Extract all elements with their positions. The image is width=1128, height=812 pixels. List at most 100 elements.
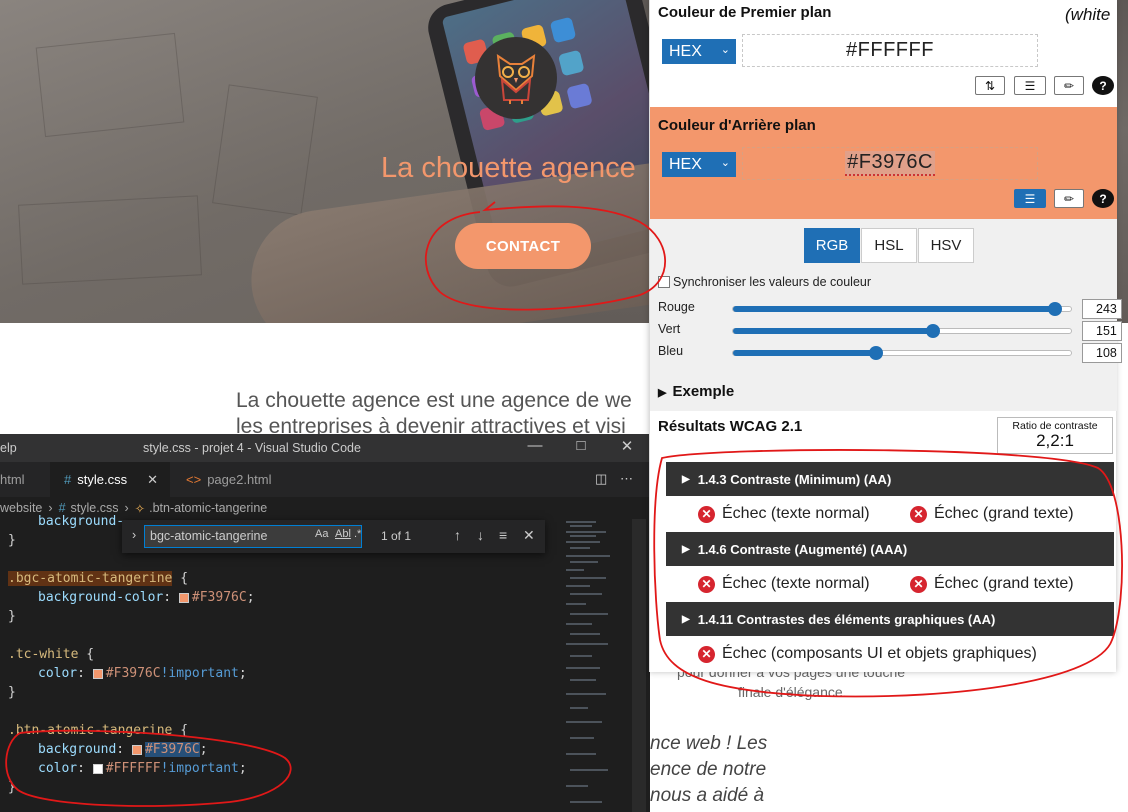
adjust-sliders-icon[interactable]: ☰ (1014, 76, 1046, 95)
code-line: background-color: #F3976C; (38, 588, 255, 607)
vertical-scrollbar[interactable] (632, 519, 646, 812)
code-line: .bgc-atomic-tangerine { (8, 569, 188, 588)
hero-title: La chouette agence (381, 152, 636, 184)
criterion-1-4-11[interactable]: ▶ 1.4.11 Contrastes des éléments graphiqu… (666, 602, 1114, 636)
tab-html[interactable]: html (0, 462, 50, 497)
minimap-line (566, 569, 584, 571)
result-text: Échec (grand texte) (934, 505, 1074, 522)
adjust-sliders-icon[interactable]: ☰ (1014, 189, 1046, 208)
color-swatch[interactable] (92, 668, 103, 679)
sync-checkbox[interactable] (658, 276, 670, 288)
background-color-section: Couleur d'Arrière plan HEX ⌄ #F3976C ☰ ✏ … (650, 107, 1117, 219)
foreground-color-name: (white (1065, 5, 1111, 24)
css-brace: } (8, 685, 16, 700)
tab-hsl[interactable]: HSL (861, 228, 917, 263)
minimap-line (566, 585, 590, 587)
sketch-lines (18, 195, 202, 285)
more-actions-icon[interactable]: ⋯ (620, 471, 633, 487)
contact-button[interactable]: CONTACT (455, 223, 591, 269)
arrow-up-icon[interactable]: ↑ (454, 527, 461, 543)
triangle-right-icon: ▶ (682, 543, 690, 555)
help-icon[interactable]: ? (1092, 189, 1114, 208)
slider-label-red: Rouge (658, 300, 695, 314)
css-brace: { (172, 723, 189, 738)
minimize-icon[interactable]: — (520, 437, 550, 454)
maximize-icon[interactable]: □ (566, 437, 596, 454)
tab-rgb[interactable]: RGB (804, 228, 860, 263)
minimap-line (570, 613, 608, 615)
code-line: background- (38, 512, 124, 531)
minimap-line (570, 633, 600, 635)
match-case-toggle[interactable]: Aa (315, 528, 328, 540)
find-in-selection-icon[interactable]: ≡ (499, 527, 507, 543)
find-input[interactable]: bgc-atomic-tangerine (144, 525, 362, 548)
background-format-select[interactable]: HEX ⌄ (662, 152, 736, 177)
help-icon[interactable]: ? (1092, 76, 1114, 95)
slider-red[interactable] (732, 302, 1072, 316)
criterion-title: 1.4.3 Contraste (Minimum) (AA) (697, 471, 892, 487)
slider-thumb[interactable] (926, 324, 941, 338)
color-mode-tabs: RGB HSL HSV (804, 228, 975, 263)
css-selector: .bgc-atomic-tangerine (8, 571, 173, 586)
selector-symbol-icon: ✧ (134, 501, 146, 516)
eyedropper-icon[interactable]: ✏ (1054, 189, 1084, 208)
color-swatch[interactable] (92, 763, 103, 774)
code-line: .btn-atomic-tangerine { (8, 721, 188, 740)
match-word-toggle[interactable]: Abl (335, 528, 351, 540)
css-value: #F3976C (144, 742, 200, 757)
background-hex-input[interactable]: #F3976C (742, 147, 1038, 180)
close-icon[interactable]: ✕ (523, 527, 535, 544)
example-label: Exemple (672, 383, 735, 400)
menu-help[interactable]: elp (0, 441, 17, 455)
tab-close-icon[interactable]: ✕ (147, 472, 158, 488)
arrow-down-icon[interactable]: ↓ (477, 527, 484, 543)
slider-blue[interactable] (732, 346, 1072, 360)
slider-thumb[interactable] (1048, 302, 1063, 316)
contrast-ratio-value: 2,2:1 (1036, 431, 1074, 450)
fail-icon: ✕ (910, 575, 927, 593)
fail-icon: ✕ (698, 645, 715, 663)
sync-colors-option[interactable]: Synchroniser les valeurs de couleur (658, 275, 871, 289)
find-widget: › bgc-atomic-tangerine Aa Abl .* 1 of 1 … (122, 520, 545, 553)
tab-style-css[interactable]: # style.css ✕ (50, 462, 170, 497)
regex-toggle[interactable]: .* (354, 528, 361, 540)
blue-value-input[interactable]: 108 (1082, 343, 1122, 363)
triangle-right-icon: ▶ (658, 387, 667, 399)
color-swatch[interactable] (178, 592, 189, 603)
intro-text-line1: La chouette agence est une agence de we (236, 389, 632, 412)
color-swatch[interactable] (131, 744, 142, 755)
criterion-1-4-3[interactable]: ▶ 1.4.3 Contraste (Minimum) (AA) (666, 462, 1114, 496)
css-property: background-color (38, 590, 164, 605)
slider-green[interactable] (732, 324, 1072, 338)
slider-fill (733, 328, 934, 334)
css-value: #F3976C (105, 666, 161, 681)
css-value: #F3976C (191, 590, 247, 605)
css-important: !important (160, 761, 239, 776)
close-icon[interactable]: ✕ (612, 437, 642, 455)
tab-page2-html[interactable]: <> page2.html (172, 462, 292, 497)
css-selector: .tc-white (8, 647, 79, 662)
fail-icon: ✕ (910, 505, 927, 523)
chevron-right-icon[interactable]: › (132, 528, 136, 542)
tab-hsv[interactable]: HSV (918, 228, 974, 263)
split-editor-icon[interactable]: ◫ (595, 471, 607, 487)
foreground-hex-input[interactable]: #FFFFFF (742, 34, 1038, 67)
breadcrumb-folder[interactable]: website (0, 501, 42, 515)
criterion-1-4-6[interactable]: ▶ 1.4.6 Contraste (Augmenté) (AAA) (666, 532, 1114, 566)
vscode-window: elp style.css - projet 4 - Visual Studio… (0, 434, 650, 812)
code-editor[interactable]: background- } .bgc-atomic-tangerine { ba… (0, 514, 560, 812)
red-value-input[interactable]: 243 (1082, 299, 1122, 319)
minimap-line (570, 679, 596, 681)
example-toggle[interactable]: ▶ Exemple (658, 383, 734, 400)
find-match-count: 1 of 1 (381, 529, 412, 543)
background-title: Couleur d'Arrière plan (658, 117, 816, 134)
green-value-input[interactable]: 151 (1082, 321, 1122, 341)
swap-colors-icon[interactable]: ⇅ (975, 76, 1005, 95)
foreground-format-select[interactable]: HEX ⌄ (662, 39, 736, 64)
css-colon: : (163, 590, 179, 605)
format-label: HEX (669, 155, 702, 173)
eyedropper-icon[interactable]: ✏ (1054, 76, 1084, 95)
breadcrumb-symbol[interactable]: .btn-atomic-tangerine (149, 501, 267, 515)
code-line: } (8, 778, 16, 797)
window-title: style.css - projet 4 - Visual Studio Cod… (143, 441, 361, 455)
